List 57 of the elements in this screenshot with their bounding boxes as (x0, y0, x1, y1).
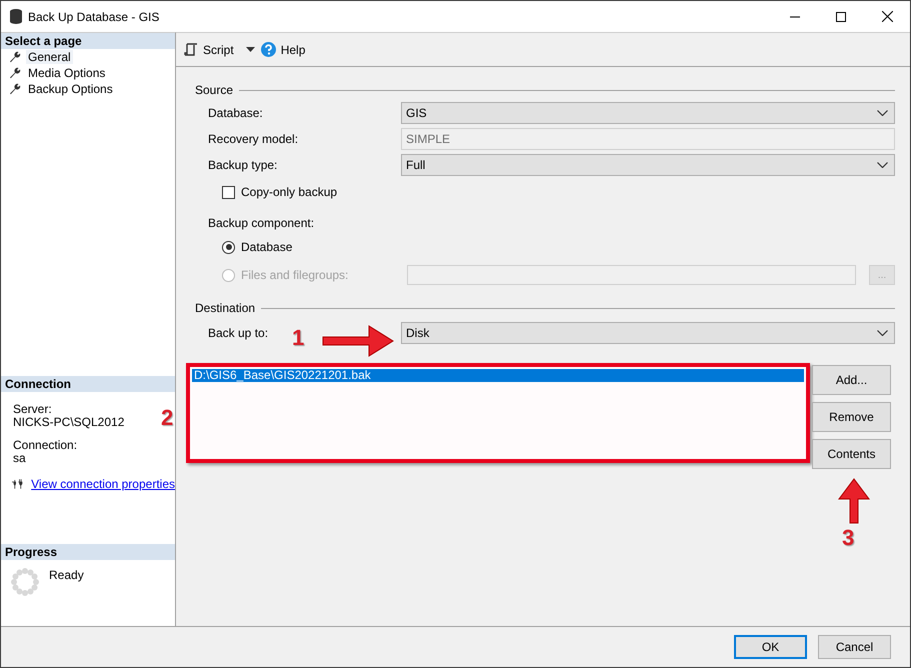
annotation-number: 1 (292, 327, 304, 349)
checkbox-label: Copy-only backup (241, 185, 338, 199)
field-label: Backup component: (208, 216, 314, 230)
chevron-icon (877, 162, 888, 168)
chevron-icon (877, 330, 888, 336)
read-only-field: SIMPLE (401, 128, 895, 150)
scroll-icon (184, 42, 198, 56)
script-button[interactable]: Script (184, 42, 234, 56)
dropdown[interactable]: Disk (401, 322, 895, 344)
server-label: Server: (13, 403, 52, 416)
dropdown[interactable]: GIS (401, 102, 895, 124)
group-heading: Source (195, 83, 234, 97)
section-header: Connection (1, 376, 175, 392)
list-action-button[interactable]: Contents (812, 439, 891, 469)
progress-status: Ready (49, 568, 84, 584)
section-header: Progress (1, 544, 175, 560)
radio-label: Files and filegroups: (241, 268, 350, 282)
connection-properties-link[interactable]: View connection properties (31, 477, 175, 491)
caret-icon[interactable] (246, 47, 255, 52)
file-list[interactable]: D:\GIS6_Base\GIS20221201.bak (186, 363, 810, 463)
close-icon (882, 11, 892, 22)
list-action-button[interactable]: Remove (812, 402, 891, 432)
page-item[interactable]: General (26, 50, 73, 64)
field-label: Database: (208, 106, 263, 120)
wrench-icon (9, 83, 21, 95)
window-title: Back Up Database - GIS (28, 10, 160, 24)
plug-icon (12, 478, 24, 490)
ok-button[interactable]: OK (734, 635, 807, 659)
checkbox[interactable] (222, 186, 235, 198)
field-label: Backup type: (208, 158, 278, 172)
chevron-icon (877, 110, 888, 116)
page-item[interactable]: Media Options (26, 66, 108, 80)
dropdown[interactable]: Full (401, 154, 895, 176)
annotation-number: 3 (842, 527, 854, 549)
radio-button[interactable] (222, 240, 235, 254)
radio-label: Database (241, 240, 292, 254)
connection-label: Connection: (13, 439, 78, 452)
maximize-icon (836, 12, 846, 22)
database-icon (10, 9, 22, 24)
help-icon (260, 42, 276, 57)
page-item[interactable]: Backup Options (26, 82, 115, 96)
section-header: Select a page (1, 33, 175, 49)
annotation-arrow (837, 477, 871, 525)
list-action-button[interactable]: Add... (812, 365, 891, 395)
connection-user: sa (13, 452, 26, 465)
wrench-icon (9, 67, 21, 79)
list-item[interactable]: D:\GIS6_Base\GIS20221201.bak (192, 369, 804, 382)
server-name: NICKS-PC\SQL2012 (13, 416, 124, 429)
group-heading: Destination (195, 301, 256, 315)
cancel-button[interactable]: Cancel (818, 635, 891, 659)
field-label: Back up to: (208, 326, 268, 340)
spinner-icon (11, 568, 39, 596)
field-label: Recovery model: (208, 132, 298, 146)
annotation-number: 2 (161, 407, 174, 429)
help-button[interactable]: Help (260, 42, 306, 57)
wrench-icon (9, 51, 21, 63)
filegroups-field[interactable] (407, 265, 856, 285)
